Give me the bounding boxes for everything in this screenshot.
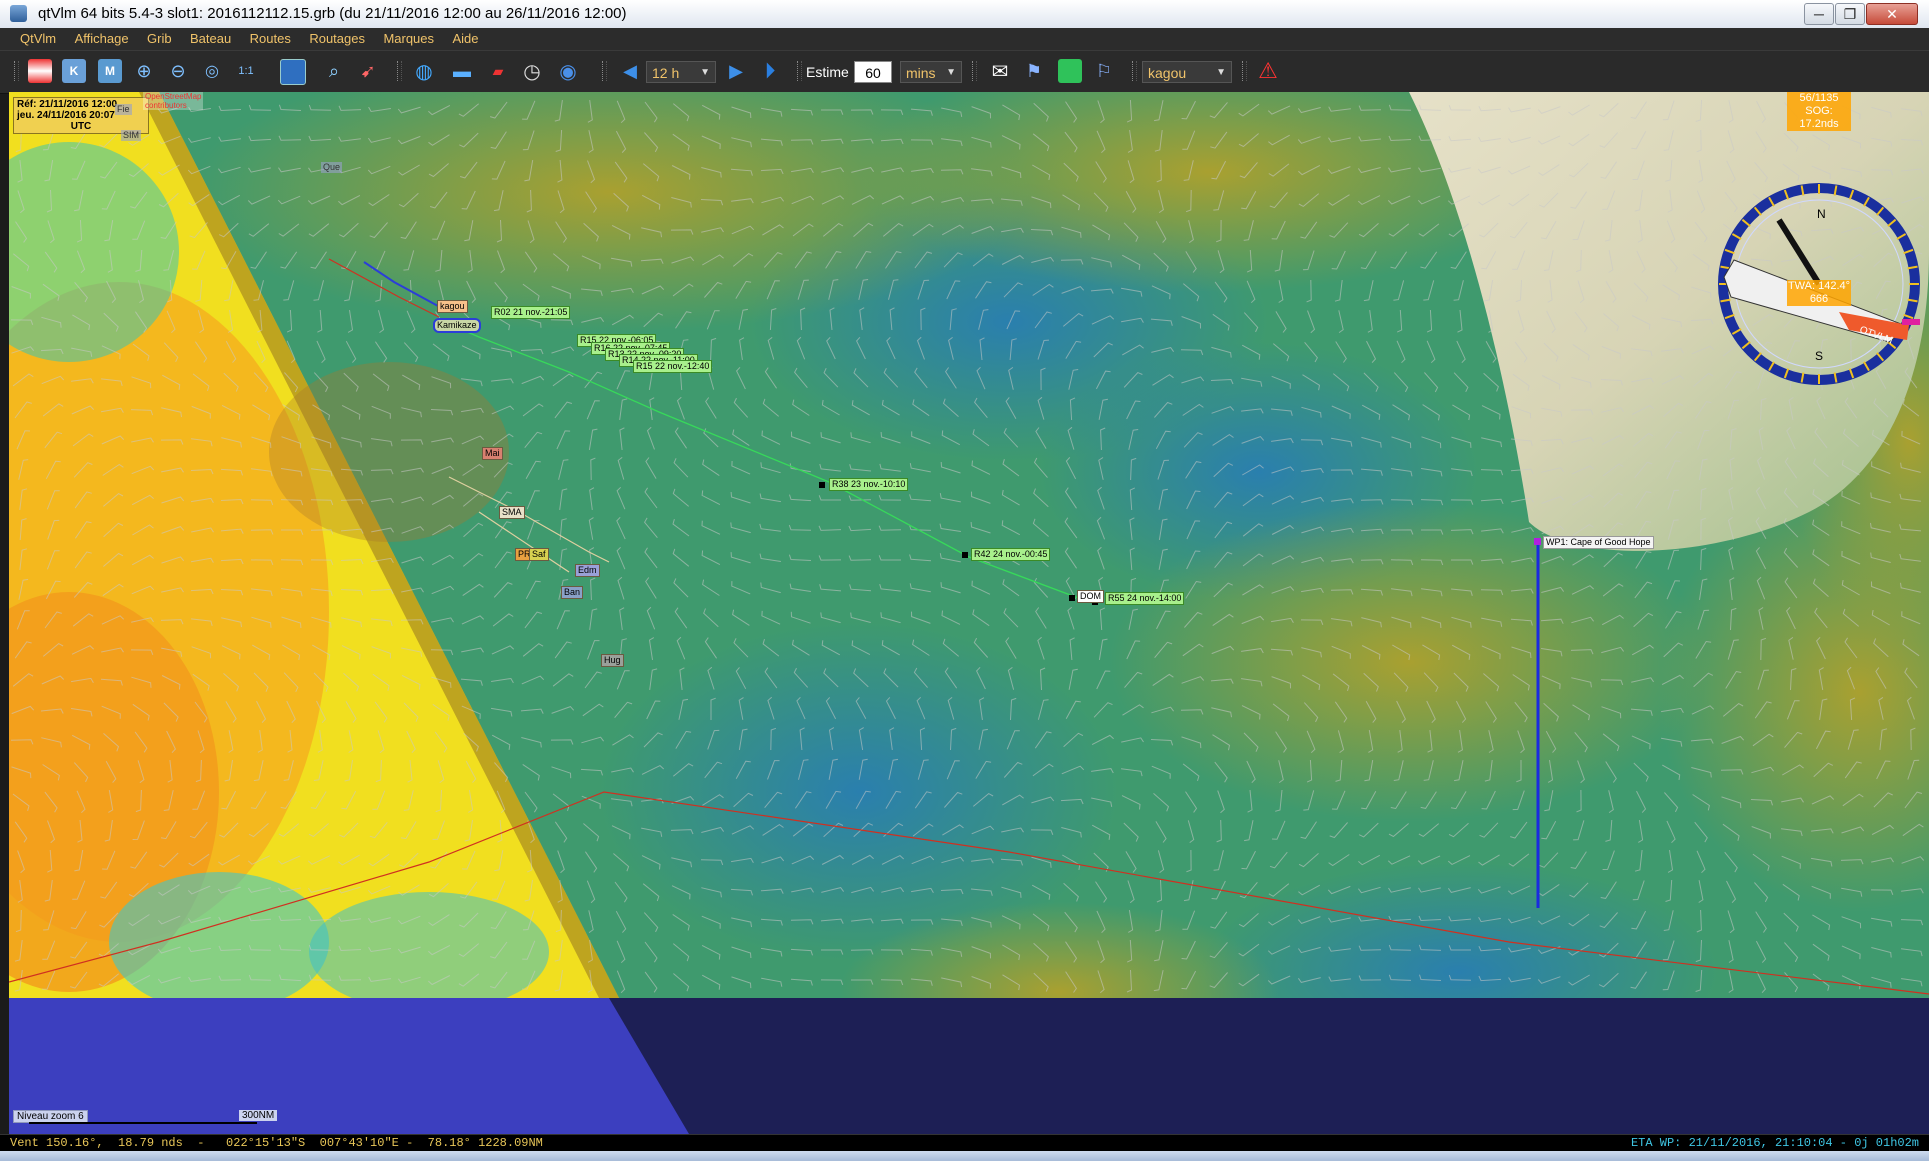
time-step-select[interactable]: 12 h ▼ bbox=[646, 61, 716, 83]
email-icon[interactable]: ✉ bbox=[988, 59, 1012, 83]
menu-affichage[interactable]: Affichage bbox=[68, 28, 136, 50]
close-button[interactable]: ✕ bbox=[1866, 3, 1918, 25]
route-point-marker[interactable] bbox=[1069, 595, 1075, 601]
map-canvas[interactable]: N S OTVLM Réf: 21/11/2016 12:00 jeu. 24/… bbox=[9, 92, 1929, 1134]
zoom-fit-icon[interactable]: ◎ bbox=[200, 59, 224, 83]
select-area-icon[interactable] bbox=[280, 59, 306, 85]
menu-bateau[interactable]: Bateau bbox=[183, 28, 238, 50]
heading-marker bbox=[1902, 319, 1920, 325]
corner-tag: SIM bbox=[121, 130, 142, 141]
menu-routes[interactable]: Routes bbox=[243, 28, 298, 50]
boat-label-mai[interactable]: Mai bbox=[482, 447, 503, 460]
green-square-icon[interactable] bbox=[1058, 59, 1082, 83]
search-icon[interactable]: ⌕ bbox=[322, 59, 346, 83]
compass-bottom-info: TWA: 142.4° 666 bbox=[1787, 280, 1851, 306]
corner-tag: Fie bbox=[115, 104, 132, 115]
corner-tag: Que bbox=[321, 162, 343, 173]
toolbar-separator bbox=[1242, 61, 1247, 81]
osm-attribution: OpenStreetMap contributors bbox=[143, 92, 204, 110]
boat-label-ban[interactable]: Ban bbox=[561, 586, 584, 599]
zoom-one-icon[interactable]: 1:1 bbox=[234, 59, 258, 83]
window-title: qtVlm 64 bits 5.4-3 slot1: 2016112112.15… bbox=[38, 5, 627, 22]
route-point-label[interactable]: R42 24 nov.-00:45 bbox=[971, 548, 1051, 561]
boat-label-saf[interactable]: Saf bbox=[529, 548, 549, 561]
route-point-label[interactable]: R02 21 nov.-21:05 bbox=[491, 306, 571, 319]
waypoint-marker[interactable] bbox=[1534, 538, 1541, 545]
os-taskbar bbox=[0, 1151, 1929, 1161]
boat-label-kagou[interactable]: kagou bbox=[437, 300, 468, 313]
restore-button[interactable]: ❐ bbox=[1835, 3, 1865, 25]
toolbar-separator bbox=[1132, 61, 1137, 81]
menu-bar: QtVlm Affichage Grib Bateau Routes Routa… bbox=[0, 28, 1929, 50]
route-point-label[interactable]: R55 24 nov.-14:00 bbox=[1105, 592, 1185, 605]
boat-label-dom[interactable]: DOM bbox=[1077, 590, 1104, 603]
route-point-label[interactable]: R38 23 nov.-10:10 bbox=[829, 478, 909, 491]
globe-icon[interactable]: ◍ bbox=[412, 59, 436, 83]
ruler-icon[interactable]: ▰ bbox=[486, 59, 510, 83]
estime-label: Estime bbox=[806, 64, 849, 80]
menu-marques[interactable]: Marques bbox=[376, 28, 441, 50]
toolbar-separator bbox=[972, 61, 977, 81]
toolbar-separator bbox=[602, 61, 607, 81]
menu-routages[interactable]: Routages bbox=[302, 28, 372, 50]
route-point-label[interactable]: R15 22 nov.-12:40 bbox=[633, 360, 713, 373]
boat-label-edm[interactable]: Edm bbox=[575, 564, 600, 577]
boat-label-sma[interactable]: SMA bbox=[499, 506, 525, 519]
lighthouse-icon[interactable] bbox=[28, 59, 52, 83]
warning-icon[interactable]: ⚠ bbox=[1256, 58, 1280, 83]
status-eta: ETA WP: 21/11/2016, 21:10:04 - 0j 01h02m bbox=[1630, 1136, 1919, 1150]
route-point-marker[interactable] bbox=[819, 482, 825, 488]
boat-label-hug[interactable]: Hug bbox=[601, 654, 624, 667]
route-icon[interactable]: ⚑ bbox=[1022, 59, 1046, 83]
boat-icon[interactable]: ▬ bbox=[450, 59, 474, 83]
play-icon[interactable]: ⏵ bbox=[758, 58, 782, 83]
app-icon bbox=[10, 5, 27, 22]
toolbar-separator bbox=[797, 61, 802, 81]
boat-select[interactable]: kagou ▼ bbox=[1142, 61, 1232, 83]
menu-aide[interactable]: Aide bbox=[445, 28, 485, 50]
status-bar: Vent 150.16°, 18.79 nds - 022°15'13"S 00… bbox=[0, 1134, 1929, 1151]
scale-bar bbox=[29, 1122, 257, 1124]
refresh-icon[interactable]: ◉ bbox=[556, 59, 580, 83]
compass-south: S bbox=[1815, 349, 1823, 363]
scale-label: 300NM bbox=[239, 1110, 278, 1121]
compass-tool-icon[interactable]: ➹ bbox=[356, 59, 380, 83]
wind-field-map[interactable]: N S OTVLM bbox=[9, 92, 1929, 1134]
toolbar-separator bbox=[14, 61, 19, 81]
minimize-button[interactable]: ─ bbox=[1804, 3, 1834, 25]
grib-k-icon[interactable]: K bbox=[62, 59, 86, 83]
menu-grib[interactable]: Grib bbox=[140, 28, 179, 50]
clock-icon[interactable]: ◷ bbox=[520, 59, 544, 83]
estime-unit-select[interactable]: mins ▼ bbox=[900, 61, 962, 83]
step-back-icon[interactable]: ◀ bbox=[618, 59, 642, 83]
toolbar-separator bbox=[397, 61, 402, 81]
waypoint-label[interactable]: WP1: Cape of Good Hope bbox=[1543, 536, 1654, 549]
routing-icon[interactable]: ⚐ bbox=[1092, 59, 1116, 83]
zoom-out-icon[interactable]: ⊖ bbox=[166, 59, 190, 83]
night-area bbox=[9, 998, 689, 1134]
toolbar: K M ⊕ ⊖ ◎ 1:1 ⌕ ➹ ◍ ▬ ▰ ◷ ◉ ◀ 12 h ▼ ▶ ⏵ … bbox=[0, 50, 1929, 94]
status-wind-position: Vent 150.16°, 18.79 nds - 022°15'13"S 00… bbox=[10, 1136, 543, 1150]
ref-info-box: Réf: 21/11/2016 12:00 jeu. 24/11/2016 20… bbox=[13, 97, 149, 134]
menu-qtvlm[interactable]: QtVlm bbox=[0, 28, 63, 50]
grib-m-icon[interactable]: M bbox=[98, 59, 122, 83]
estime-spinbox[interactable]: 60 bbox=[854, 61, 892, 83]
compass-top-info: 56/1135 SOG: 17.2nds bbox=[1787, 92, 1851, 131]
route-point-marker[interactable] bbox=[962, 552, 968, 558]
title-bar: qtVlm 64 bits 5.4-3 slot1: 2016112112.15… bbox=[0, 0, 1929, 29]
compass-north: N bbox=[1817, 207, 1826, 221]
step-forward-icon[interactable]: ▶ bbox=[724, 59, 748, 83]
boat-label-kamikaze[interactable]: Kamikaze bbox=[433, 318, 481, 333]
zoom-in-icon[interactable]: ⊕ bbox=[132, 59, 156, 83]
